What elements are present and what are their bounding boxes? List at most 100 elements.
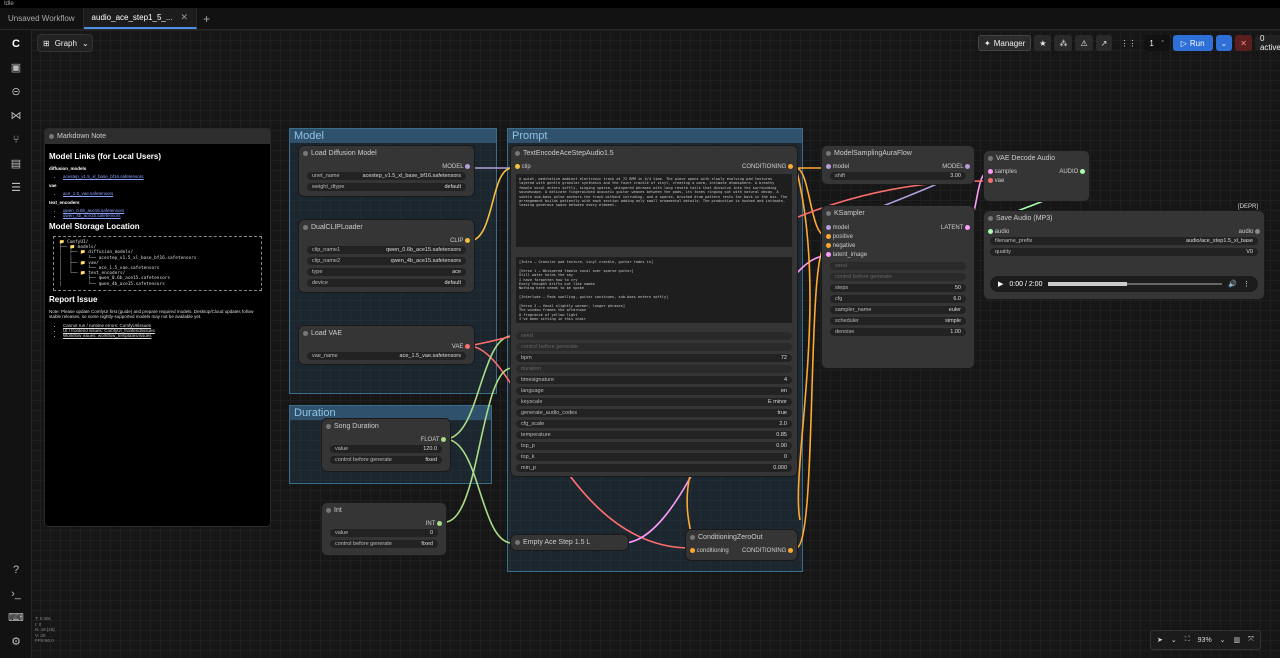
output-model[interactable]: MODEL: [442, 163, 470, 171]
filename-prefix-widget[interactable]: filename_prefix audio/ace_step1.5_xl_base: [990, 237, 1258, 245]
shift-widget[interactable]: shift 3.00: [830, 172, 966, 180]
audio-progress-bar[interactable]: [1048, 282, 1223, 286]
zoom-level[interactable]: 93%: [1198, 637, 1212, 644]
lyrics-textarea[interactable]: [Intro – Granular pad texture, vinyl cra…: [516, 257, 792, 323]
output-dot[interactable]: [437, 520, 442, 526]
int-node[interactable]: Int INT value 0 control before generate fi…: [322, 503, 446, 555]
output-conditioning[interactable]: CONDITIONING: [742, 547, 793, 555]
temperature-widget[interactable]: temperature 0.85: [516, 431, 792, 439]
value-widget[interactable]: value 0: [330, 529, 438, 537]
steps-widget[interactable]: steps 50: [830, 284, 966, 292]
vae-name-widget[interactable]: vae_name ace_1.5_vae.safetensors: [307, 352, 466, 360]
seed-widget[interactable]: seed: [830, 262, 966, 270]
clip-name1-widget[interactable]: clip_name1 qwen_0.6b_ace15.safetensors: [307, 246, 466, 254]
audio-player[interactable]: ▶ 0:00 / 2:00 🔊 ⋮: [990, 276, 1258, 292]
output-dot[interactable]: [465, 237, 470, 243]
input-dot[interactable]: [690, 547, 695, 553]
min-p-widget[interactable]: min_p 0.000: [516, 464, 792, 472]
input-dot[interactable]: [988, 177, 993, 183]
output-dot[interactable]: [1255, 228, 1260, 234]
control-widget[interactable]: control before generate fixed: [330, 540, 438, 548]
control-widget[interactable]: control before generate: [830, 273, 966, 281]
markdown-note-node[interactable]: Markdown Note Model Links (for Local Use…: [44, 128, 271, 527]
top-k-widget[interactable]: top_k 0: [516, 453, 792, 461]
output-dot[interactable]: [1080, 168, 1085, 174]
input-dot[interactable]: [515, 163, 520, 169]
song-duration-node[interactable]: Song Duration FLOAT value 120.0 control b…: [322, 419, 450, 471]
link-visibility-icon[interactable]: ⤧: [1248, 636, 1254, 644]
load-vae-node[interactable]: Load VAE VAE vae_name ace_1.5_vae.safeten…: [299, 326, 474, 364]
duration-widget[interactable]: duration: [516, 365, 792, 373]
input-model[interactable]: model: [826, 163, 849, 171]
input-dot[interactable]: [826, 163, 831, 169]
output-model[interactable]: MODEL: [942, 163, 970, 171]
value-widget[interactable]: value 120.0: [330, 445, 442, 453]
weight-dtype-widget[interactable]: weight_dtype default: [307, 183, 466, 191]
chevron-down-icon[interactable]: ⌄: [1220, 636, 1226, 644]
input-model[interactable]: model: [826, 224, 849, 232]
conditioning-zero-out-node[interactable]: ConditioningZeroOut conditioning CONDITI…: [686, 530, 797, 560]
output-clip[interactable]: CLIP: [450, 237, 470, 245]
sampler-name-widget[interactable]: sampler_name euler: [830, 306, 966, 314]
play-icon[interactable]: ▶: [998, 280, 1003, 288]
output-float[interactable]: FLOAT: [421, 436, 446, 444]
output-dot[interactable]: [965, 224, 970, 230]
input-dot[interactable]: [826, 224, 831, 230]
input-audio[interactable]: audio: [988, 228, 1009, 236]
device-widget[interactable]: device default: [307, 279, 466, 287]
denoise-widget[interactable]: denoise 1.00: [830, 328, 966, 336]
seed-widget[interactable]: seed: [516, 332, 792, 340]
output-vae[interactable]: VAE: [452, 343, 470, 351]
output-audio[interactable]: audio: [1239, 228, 1260, 236]
input-dot[interactable]: [988, 168, 993, 174]
generate-audio-codes-toggle[interactable]: generate_audio_codes true: [516, 409, 792, 417]
quality-widget[interactable]: quality V0: [990, 248, 1258, 256]
input-dot[interactable]: [826, 251, 831, 257]
output-audio[interactable]: AUDIO: [1059, 168, 1085, 176]
type-widget[interactable]: type ace: [307, 268, 466, 276]
md-issue-link[interactable]: Workflow issues: workflow_templates/issu…: [63, 333, 266, 338]
dualcliploader-node[interactable]: DualCLIPLoader CLIP clip_name1 qwen_0.6b_…: [299, 220, 474, 292]
scheduler-widget[interactable]: scheduler simple: [830, 317, 966, 325]
input-negative[interactable]: negative: [826, 242, 855, 250]
md-link[interactable]: acestep_v1.5_xl_base_bf16.safetensors: [63, 174, 266, 179]
clip-name2-widget[interactable]: clip_name2 qwen_4b_ace15.safetensors: [307, 257, 466, 265]
control-widget[interactable]: control before generate fixed: [330, 456, 442, 464]
fit-view-icon[interactable]: ⛶: [1185, 636, 1190, 644]
model-sampling-auraflow-node[interactable]: ModelSamplingAuraFlow model MODEL shift 3…: [822, 146, 974, 184]
vae-decode-audio-node[interactable]: VAE Decode Audio samples vae AUDIO: [984, 151, 1089, 201]
md-link[interactable]: qwen_4b_ace15.safetensors: [63, 213, 266, 218]
timesignature-widget[interactable]: timesignature 4: [516, 376, 792, 384]
input-conditioning[interactable]: conditioning: [690, 547, 729, 555]
output-dot[interactable]: [441, 436, 446, 442]
input-dot[interactable]: [826, 242, 831, 248]
chevron-down-icon[interactable]: ⌄: [1171, 636, 1177, 644]
output-dot[interactable]: [465, 163, 470, 169]
input-positive[interactable]: positive: [826, 233, 853, 241]
output-conditioning[interactable]: CONDITIONING: [742, 163, 793, 171]
text-encode-ace-step-node[interactable]: TextEncodeAceStepAudio1.5 clip CONDITION…: [511, 146, 797, 476]
more-options-icon[interactable]: ⋮: [1243, 280, 1250, 288]
unet-name-widget[interactable]: unet_name acestep_v1.5_xl_base_bf16.safet…: [307, 172, 466, 180]
tags-textarea[interactable]: A quiet, meditative ambient electronic t…: [516, 174, 792, 247]
output-dot[interactable]: [788, 163, 793, 169]
input-dot[interactable]: [826, 233, 831, 239]
output-dot[interactable]: [788, 547, 793, 553]
output-dot[interactable]: [965, 163, 970, 169]
cfg-widget[interactable]: cfg 6.0: [830, 295, 966, 303]
input-latent-image[interactable]: latent_image: [826, 251, 867, 259]
language-widget[interactable]: language en: [516, 387, 792, 395]
bpm-widget[interactable]: bpm 72: [516, 354, 792, 362]
output-latent[interactable]: LATENT: [941, 224, 970, 232]
output-int[interactable]: INT: [426, 520, 442, 528]
input-vae[interactable]: vae: [988, 177, 1004, 185]
load-diffusion-model-node[interactable]: Load Diffusion Model MODEL unet_name aces…: [299, 146, 474, 196]
volume-icon[interactable]: 🔊: [1228, 280, 1237, 288]
cfg-scale-widget[interactable]: cfg_scale 2.0: [516, 420, 792, 428]
input-dot[interactable]: [988, 228, 993, 234]
control-widget[interactable]: control before generate: [516, 343, 792, 351]
input-samples[interactable]: samples: [988, 168, 1017, 176]
input-clip[interactable]: clip: [515, 163, 531, 171]
top-p-widget[interactable]: top_p 0.90: [516, 442, 792, 450]
md-link[interactable]: ace_1.5_vae.safetensors: [63, 191, 266, 196]
